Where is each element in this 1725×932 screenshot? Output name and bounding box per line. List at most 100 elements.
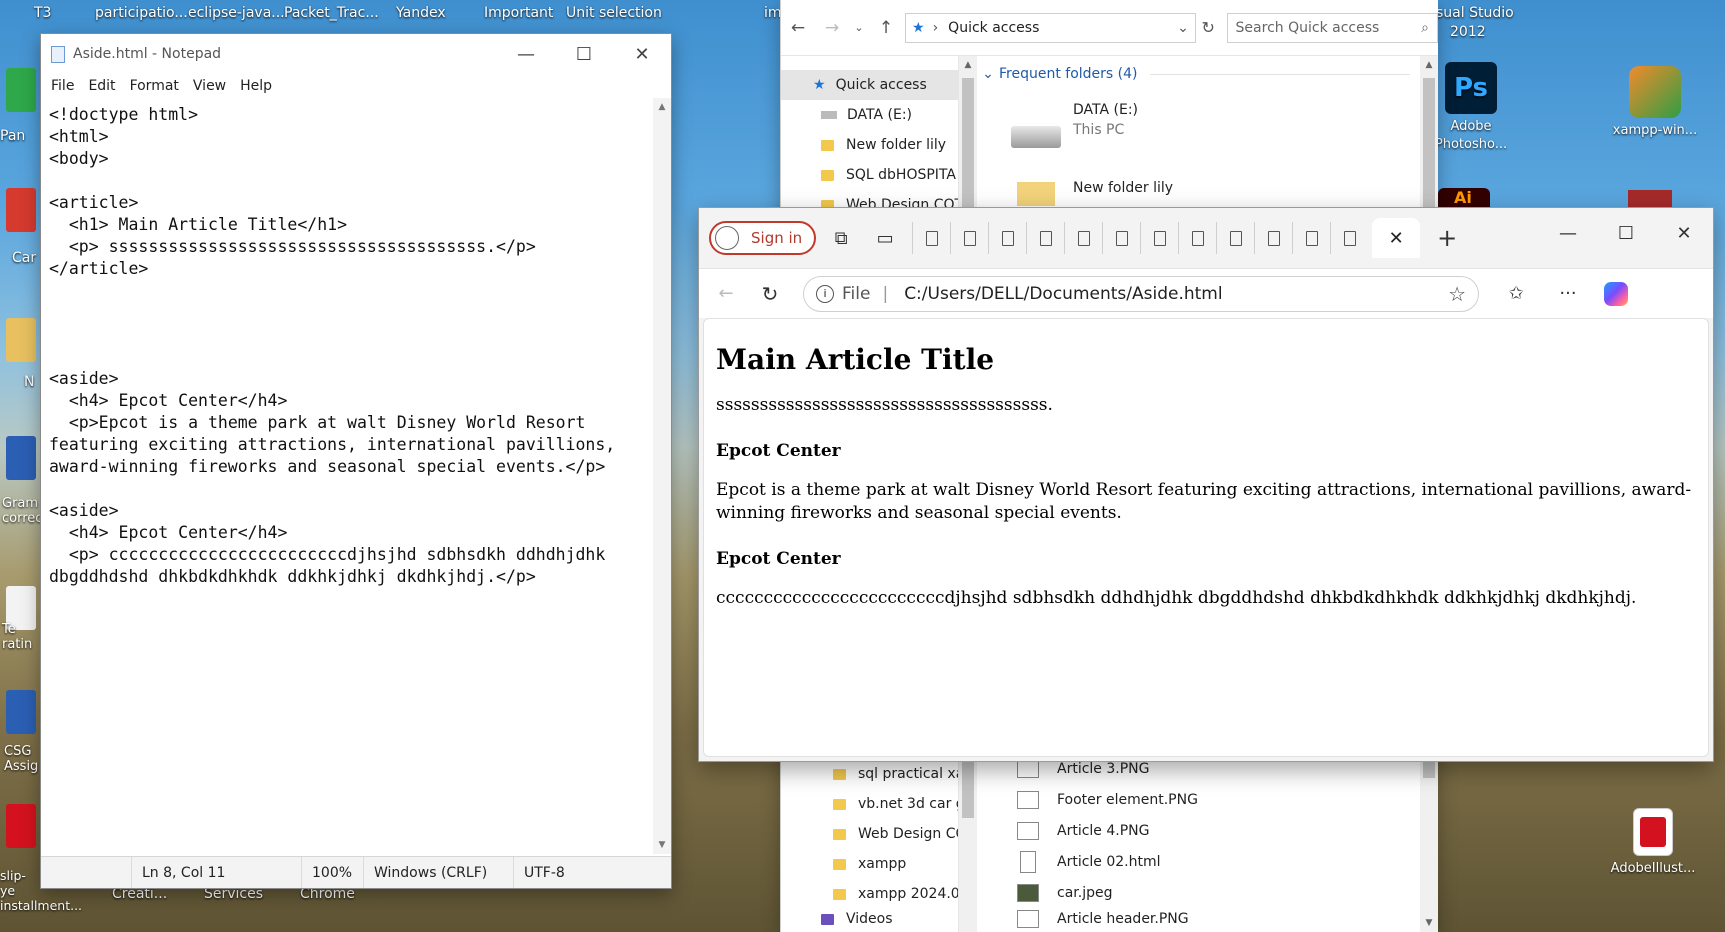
nav-item-folder[interactable]: SQL dbHOSPITA <box>781 160 958 190</box>
frequent-folders-header[interactable]: ⌄ Frequent folders (4) <box>977 62 1410 86</box>
address-dropdown-icon[interactable]: ⌄ <box>1177 20 1189 36</box>
nav-item-quick-access[interactable]: ★ Quick access <box>781 70 958 100</box>
up-arrow-icon[interactable]: ↑ <box>869 18 903 38</box>
desktop-icon-label[interactable]: Gram correc <box>2 496 42 526</box>
tab[interactable] <box>912 222 950 254</box>
desktop-icon-label[interactable]: Te ratin <box>2 622 38 652</box>
desktop-icon-label[interactable]: Pan <box>0 128 25 144</box>
scroll-up-icon[interactable]: ▲ <box>653 98 671 116</box>
explorer-nav: ← → ⌄ ↑ <box>781 18 903 38</box>
close-icon[interactable]: ✕ <box>1655 208 1713 258</box>
tab[interactable] <box>1178 222 1216 254</box>
minimize-icon[interactable]: — <box>497 34 555 74</box>
frequent-folder-item[interactable]: DATA (E:) This PC <box>1011 100 1311 160</box>
recent-file-row[interactable]: Article header.PNG <box>1017 909 1189 929</box>
tab[interactable] <box>1216 222 1254 254</box>
nav-item-folder[interactable]: sql practical xa <box>781 759 958 789</box>
tab[interactable] <box>1292 222 1330 254</box>
nav-item-folder[interactable]: New folder lily <box>781 130 958 160</box>
menu-help[interactable]: Help <box>240 78 272 94</box>
window-controls: — ☐ ✕ <box>1539 208 1713 258</box>
maximize-icon[interactable]: ☐ <box>1597 208 1655 258</box>
recent-locations-chevron-icon[interactable]: ⌄ <box>849 21 869 34</box>
desktop-icon-label[interactable]: Car <box>12 250 36 266</box>
favorites-icon[interactable]: ✩ <box>1497 275 1535 313</box>
back-arrow-icon[interactable]: ← <box>707 275 745 313</box>
scroll-up-icon[interactable]: ▲ <box>959 56 977 74</box>
text-editor[interactable]: <!doctype html> <html> <body> <article> … <box>49 104 649 854</box>
close-icon[interactable]: ✕ <box>613 34 671 74</box>
nav-item-label: sql practical xa <box>858 766 958 782</box>
recent-file-row[interactable]: car.jpeg <box>1017 878 1112 908</box>
desktop-label[interactable]: Packet_Trac... <box>284 5 379 21</box>
tab-actions-icon[interactable]: ▭ <box>866 219 904 257</box>
desktop-app-icon[interactable] <box>6 68 36 112</box>
back-arrow-icon[interactable]: ← <box>781 18 815 38</box>
nav-item-folder[interactable]: Web Design CO <box>781 819 958 849</box>
desktop-icon-label[interactable]: CSG Assig <box>4 744 40 774</box>
recent-file-row[interactable]: Article 02.html <box>1017 847 1161 877</box>
desktop-label[interactable]: eclipse-java... <box>188 5 285 21</box>
nav-item-folder[interactable]: xampp 2024.0 <box>781 879 958 909</box>
desktop-icon-illustrator-pdf[interactable]: AdobeIllust... <box>1610 808 1696 878</box>
recent-file-row[interactable]: Footer element.PNG <box>1017 785 1198 815</box>
menu-format[interactable]: Format <box>130 78 179 94</box>
refresh-icon[interactable]: ↻ <box>751 275 789 313</box>
desktop-label[interactable]: T3 <box>34 5 51 21</box>
archive-icon[interactable] <box>1628 190 1672 208</box>
word-icon[interactable] <box>6 436 36 480</box>
desktop-icon-xampp[interactable]: xampp-win... <box>1612 66 1698 140</box>
desktop-icon-label[interactable]: N <box>24 374 34 390</box>
forward-arrow-icon[interactable]: → <box>815 18 849 38</box>
copilot-icon[interactable] <box>1597 275 1635 313</box>
desktop-label[interactable]: sual Studio <box>1436 5 1514 21</box>
encoding: UTF-8 <box>513 857 633 888</box>
explorer-search-input[interactable]: Search Quick access ⌕ <box>1226 12 1438 43</box>
nav-item-folder[interactable]: xampp <box>781 849 958 879</box>
tab[interactable] <box>1026 222 1064 254</box>
desktop-label[interactable]: participatio... <box>95 5 188 21</box>
desktop-label[interactable]: Important <box>484 5 553 21</box>
nav-item-folder[interactable]: vb.net 3d car g <box>781 789 958 819</box>
nav-item-videos[interactable]: Videos <box>781 909 958 929</box>
pdf-icon[interactable] <box>6 804 36 848</box>
minimize-icon[interactable]: — <box>1539 208 1597 258</box>
tab[interactable] <box>1330 222 1368 254</box>
desktop-icon-label[interactable]: slip-ye installment... <box>0 868 82 913</box>
more-options-icon[interactable]: ··· <box>1549 275 1587 313</box>
maximize-icon[interactable]: ☐ <box>555 34 613 74</box>
desktop-app-icon[interactable] <box>6 188 36 232</box>
desktop-label[interactable]: im <box>764 5 782 21</box>
nav-item-drive[interactable]: DATA (E:) <box>781 100 958 130</box>
folder-icon[interactable] <box>6 318 36 362</box>
address-bar[interactable]: i File | C:/Users/DELL/Documents/Aside.h… <box>803 275 1479 312</box>
tab[interactable] <box>1064 222 1102 254</box>
tab[interactable] <box>950 222 988 254</box>
menu-file[interactable]: File <box>51 78 74 94</box>
explorer-address-bar[interactable]: ★ › Quick access ⌄ <box>905 12 1196 43</box>
menu-edit[interactable]: Edit <box>88 78 115 94</box>
scroll-down-icon[interactable]: ▼ <box>1420 914 1438 932</box>
favorite-star-icon[interactable]: ☆ <box>1448 282 1466 306</box>
info-icon[interactable]: i <box>816 284 834 303</box>
scroll-down-icon[interactable]: ▼ <box>653 836 671 854</box>
active-tab-close-icon[interactable]: ✕ <box>1372 218 1421 258</box>
scroll-up-icon[interactable]: ▲ <box>1420 56 1438 74</box>
menu-view[interactable]: View <box>193 78 226 94</box>
vertical-scrollbar[interactable]: ▲ ▼ <box>653 98 671 854</box>
recent-file-row[interactable]: Article 4.PNG <box>1017 816 1149 846</box>
tab[interactable] <box>988 222 1026 254</box>
workspaces-icon[interactable]: ⧉ <box>822 219 860 257</box>
refresh-icon[interactable]: ↻ <box>1196 18 1221 37</box>
sign-in-button[interactable]: Sign in <box>709 221 817 255</box>
frequent-folder-item[interactable]: New folder lily <box>1011 176 1311 206</box>
tab[interactable] <box>1102 222 1140 254</box>
desktop-label[interactable]: Yandex <box>396 5 446 21</box>
desktop-label[interactable]: Unit selection <box>566 5 662 21</box>
desktop-label[interactable]: 2012 <box>1450 24 1486 40</box>
desktop-icon-photoshop[interactable]: Ps Adobe Photosho... <box>1428 62 1514 154</box>
new-tab-icon[interactable]: + <box>1428 219 1466 257</box>
tab[interactable] <box>1254 222 1292 254</box>
word-icon[interactable] <box>6 690 36 734</box>
tab[interactable] <box>1140 222 1178 254</box>
